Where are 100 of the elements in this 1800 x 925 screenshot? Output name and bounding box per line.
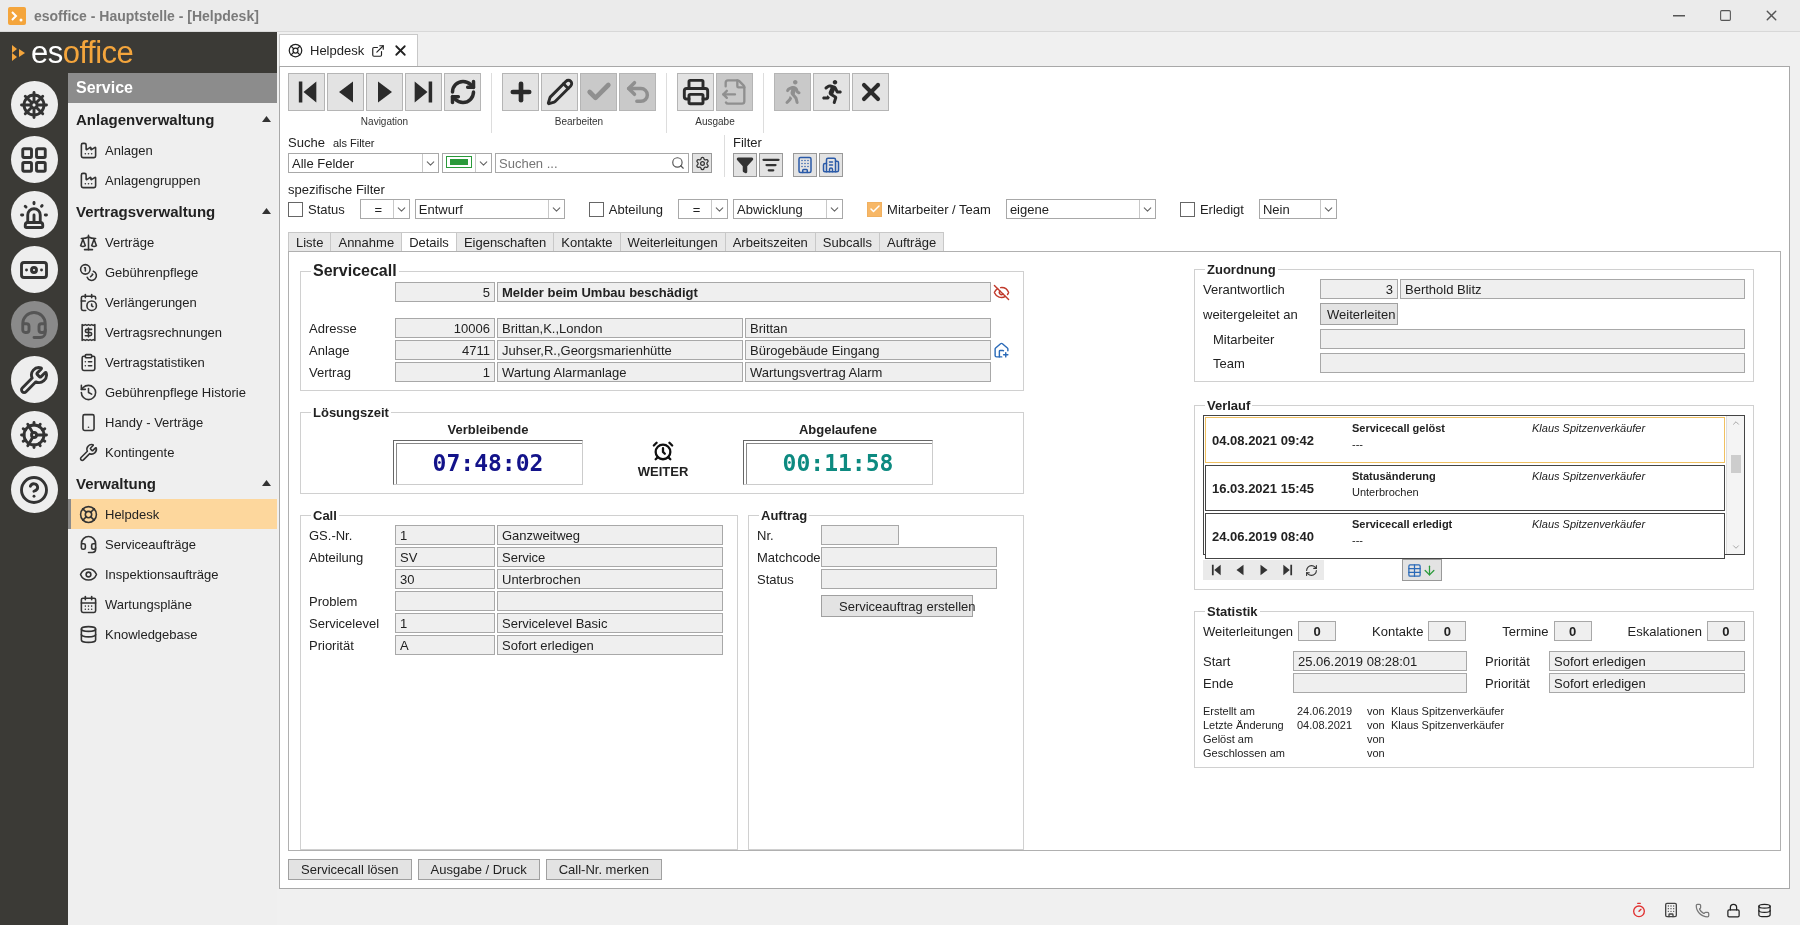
menu-item[interactable]: Kontingente	[68, 437, 277, 467]
tab[interactable]: Aufträge	[879, 232, 945, 252]
priority-field[interactable]: Sofort erledigen	[1549, 651, 1745, 671]
search-field[interactable]: Suchen ...	[495, 153, 689, 173]
value-field[interactable]: Unterbrochen	[497, 569, 723, 589]
filter-button[interactable]	[819, 153, 843, 177]
start-field[interactable]: 25.06.2019 08:28:01	[1293, 651, 1467, 671]
detail-field[interactable]: Brittan	[745, 318, 991, 338]
menu-group-header[interactable]: Vertragsverwaltung	[68, 195, 277, 227]
code-field[interactable]	[395, 591, 495, 611]
menu-item[interactable]: Verträge	[68, 227, 277, 257]
search-settings-button[interactable]	[692, 153, 712, 173]
module-button[interactable]	[10, 466, 58, 513]
subject-field[interactable]: Melder beim Umbau beschädigt	[497, 282, 991, 302]
history-entry[interactable]: 16.03.2021 15:45 Statusänderung Unterbrochen Klaus Spitzenverkäufer	[1205, 465, 1725, 511]
tab[interactable]: Arbeitszeiten	[724, 232, 815, 252]
tab[interactable]: Liste	[288, 232, 331, 252]
tab[interactable]: Details	[401, 232, 456, 252]
module-button[interactable]	[10, 411, 58, 458]
scrollbar[interactable]	[1726, 416, 1744, 554]
menu-item[interactable]: Vertragsrechnungen	[68, 317, 277, 347]
forward-field[interactable]	[1320, 353, 1745, 373]
menu-item[interactable]: Vertragstatistiken	[68, 347, 277, 377]
number-field[interactable]: 4711	[395, 340, 495, 360]
tab[interactable]: Weiterleitungen	[619, 232, 725, 252]
action-button[interactable]: Ausgabe / Druck	[417, 859, 540, 880]
number-field[interactable]: 1	[395, 362, 495, 382]
checkbox[interactable]	[1179, 201, 1195, 217]
code-field[interactable]: 1	[395, 613, 495, 633]
menu-item[interactable]: Serviceaufträge	[68, 529, 277, 559]
menu-item[interactable]: Inspektionsaufträge	[68, 559, 277, 589]
filter-value-dropdown[interactable]: Nein	[1258, 199, 1337, 219]
module-button[interactable]	[10, 191, 58, 238]
code-field[interactable]: A	[395, 635, 495, 655]
value-field[interactable]: Service	[497, 547, 723, 567]
search-mode-dropdown[interactable]	[442, 153, 492, 173]
counter-field[interactable]: 0	[1707, 621, 1745, 641]
number-field[interactable]: 10006	[395, 318, 495, 338]
menu-item[interactable]: Wartungspläne	[68, 589, 277, 619]
filter-button[interactable]	[733, 153, 757, 177]
run-button[interactable]	[813, 73, 850, 111]
tab[interactable]: Annahme	[330, 232, 402, 252]
module-button[interactable]	[10, 246, 58, 293]
name-field[interactable]: Wartung Alarmanlage	[497, 362, 743, 382]
call-number-field[interactable]: 5	[395, 282, 495, 302]
filter-value-dropdown[interactable]: Abwicklung	[733, 199, 844, 219]
menu-group-header[interactable]: Verwaltung	[68, 467, 277, 499]
menu-item[interactable]: Knowledgebase	[68, 619, 277, 649]
menu-item[interactable]: Gebührenpflege Historie	[68, 377, 277, 407]
priority-field[interactable]: Sofort erledigen	[1549, 673, 1745, 693]
action-button[interactable]: Call-Nr. merken	[545, 859, 662, 880]
menu-item[interactable]: Helpdesk	[68, 499, 277, 529]
history-entry[interactable]: 24.06.2019 08:40 Servicecall erledigt --- Klaus Spitzenverkäufer	[1205, 513, 1725, 559]
operator-dropdown[interactable]: =	[678, 199, 729, 219]
filter-value-dropdown[interactable]: eigene	[1005, 199, 1156, 219]
menu-item[interactable]: Handy - Verträge	[68, 407, 277, 437]
code-field[interactable]: 1	[395, 525, 495, 545]
counter-field[interactable]: 0	[1298, 621, 1337, 641]
add-button[interactable]	[502, 73, 539, 111]
previous-button[interactable]	[327, 73, 364, 111]
detail-field[interactable]: Bürogebäude Eingang	[745, 340, 991, 360]
last-button[interactable]	[405, 73, 442, 111]
history-entry[interactable]: 04.08.2021 09:42 Servicecall gelöst --- Klaus Spitzenverkäufer	[1205, 417, 1725, 463]
operator-dropdown[interactable]: =	[359, 199, 410, 219]
menu-item[interactable]: Anlagen	[68, 135, 277, 165]
counter-field[interactable]: 0	[1553, 621, 1592, 641]
search-field-dropdown[interactable]: Alle Felder	[288, 153, 439, 173]
number-field[interactable]: 3	[1320, 279, 1398, 299]
refresh-button[interactable]	[444, 73, 481, 111]
end-field[interactable]	[1293, 673, 1467, 693]
code-field[interactable]: 30	[395, 569, 495, 589]
export-list-button[interactable]	[1402, 559, 1442, 581]
checkbox[interactable]	[588, 201, 604, 217]
next-button[interactable]	[366, 73, 403, 111]
checkbox[interactable]	[867, 201, 883, 217]
edit-button[interactable]	[541, 73, 578, 111]
name-field[interactable]: Brittan,K.,London	[497, 318, 743, 338]
order-field[interactable]	[821, 525, 899, 545]
module-button[interactable]	[10, 356, 58, 403]
menu-group-header[interactable]: Anlagenverwaltung	[68, 103, 277, 135]
name-field[interactable]: Berthold Blitz	[1400, 279, 1745, 299]
value-field[interactable]: Ganzweitweg	[497, 525, 723, 545]
tab[interactable]: Kontakte	[553, 232, 620, 252]
value-field[interactable]	[497, 591, 723, 611]
module-button[interactable]	[10, 81, 58, 128]
module-button[interactable]	[10, 136, 58, 183]
menu-item[interactable]: Anlagengruppen	[68, 165, 277, 195]
print-button[interactable]	[677, 73, 714, 111]
scroll-thumb[interactable]	[1730, 455, 1741, 473]
close-button[interactable]	[852, 73, 889, 111]
order-field[interactable]	[821, 547, 997, 567]
forward-button[interactable]: Weiterleiten	[1320, 303, 1398, 325]
counter-field[interactable]: 0	[1428, 621, 1467, 641]
order-field[interactable]	[821, 569, 997, 589]
document-tab[interactable]: Helpdesk	[279, 34, 419, 66]
name-field[interactable]: Juhser,R.,Georgsmarienhütte	[497, 340, 743, 360]
first-button[interactable]	[288, 73, 325, 111]
action-button[interactable]: Servicecall lösen	[288, 859, 412, 880]
forward-field[interactable]	[1320, 329, 1745, 349]
detail-field[interactable]: Wartungsvertrag Alarm	[745, 362, 991, 382]
